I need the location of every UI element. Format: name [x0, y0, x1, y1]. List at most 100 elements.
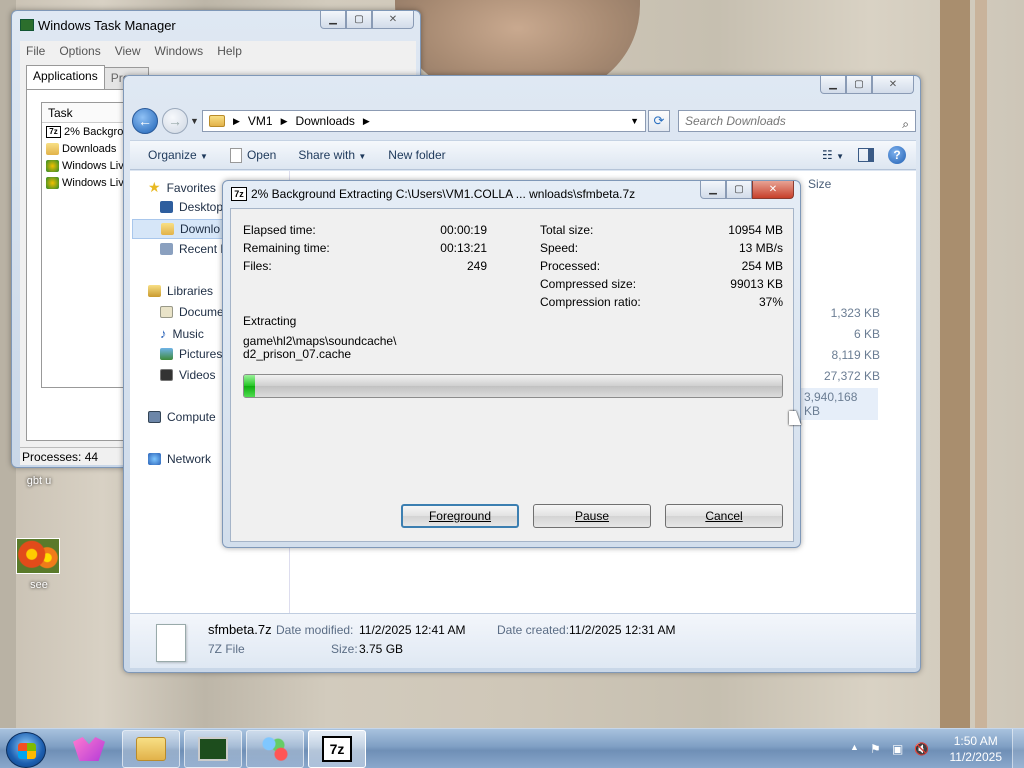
pause-button[interactable]: Pause [533, 504, 651, 528]
maximize-button[interactable]: ▢ [726, 181, 752, 199]
nav-label: Recent P [179, 242, 229, 256]
file-size-cell[interactable]: 27,372 KB [824, 369, 880, 383]
show-hidden-icons-icon[interactable]: ▲ [850, 742, 859, 752]
view-options-icon[interactable]: ☷ ▼ [822, 148, 844, 162]
minimize-button[interactable]: ▁ [320, 11, 346, 29]
computer-icon [148, 411, 161, 423]
forward-button[interactable]: → [162, 108, 188, 134]
task-list[interactable]: Task 7z 2% Backgro Downloads Windows Liv… [41, 102, 131, 388]
preview-pane-icon[interactable] [858, 148, 874, 162]
address-bar[interactable]: ▶ VM1 ▶ Downloads ▶ ▼ [202, 110, 646, 132]
foreground-button[interactable]: Foreground [401, 504, 519, 528]
foreground-label: Foreground [428, 509, 492, 523]
recent-pages-chevron-icon[interactable]: ▼ [190, 116, 199, 126]
column-header-size[interactable]: Size [808, 177, 831, 191]
taskbar-explorer[interactable] [122, 730, 180, 768]
close-button[interactable]: ✕ [372, 11, 414, 29]
menu-windows[interactable]: Windows [155, 44, 204, 58]
minimize-button[interactable]: ▁ [700, 181, 726, 199]
search-input[interactable]: Search Downloads ⌕ [678, 110, 916, 132]
file-size-cell-selected[interactable]: 3,940,168 KB [800, 388, 878, 420]
file-size-cell[interactable]: 8,119 KB [832, 348, 880, 362]
nav-pictures[interactable]: Pictures [160, 347, 222, 361]
taskbar-task-manager[interactable] [184, 730, 242, 768]
folder-icon [209, 115, 225, 127]
tab-applications[interactable]: Applications [26, 65, 105, 89]
show-desktop-button[interactable] [1012, 729, 1024, 768]
desktop-icon-gbt[interactable]: gbt u [18, 475, 60, 487]
maximize-button[interactable]: ▢ [346, 11, 372, 29]
task-row[interactable]: Windows Liv [42, 157, 130, 174]
task-name: 2% Backgro [64, 125, 124, 138]
wall-stripe [940, 0, 970, 728]
task-name: Downloads [62, 142, 117, 155]
file-size-cell[interactable]: 6 KB [854, 327, 880, 341]
close-button[interactable]: ✕ [752, 181, 794, 199]
menu-options[interactable]: Options [59, 44, 100, 58]
search-placeholder: Search Downloads [685, 114, 786, 128]
help-icon[interactable]: ? [888, 146, 906, 164]
volume-muted-icon[interactable]: 🔇 [914, 742, 929, 756]
nav-videos[interactable]: Videos [160, 368, 215, 382]
details-created-value: 11/2/2025 12:31 AM [569, 623, 676, 637]
back-button[interactable]: ← [132, 108, 158, 134]
processed-value: 254 MB [741, 259, 783, 273]
task-row[interactable]: Downloads [42, 140, 130, 157]
breadcrumb-vm1[interactable]: VM1 [248, 114, 273, 128]
network-icon [148, 453, 161, 465]
windows-logo-icon [18, 743, 36, 759]
windows-live-icon [46, 176, 59, 189]
new-folder-button[interactable]: New folder [388, 148, 445, 162]
nav-music[interactable]: ♪ Music [160, 326, 204, 341]
address-dropdown-icon[interactable]: ▼ [630, 116, 639, 126]
total-size-value: 10954 MB [728, 223, 783, 237]
search-icon[interactable]: ⌕ [902, 114, 909, 134]
clock[interactable]: 1:50 AM 11/2/2025 [950, 733, 1003, 765]
chevron-right-icon[interactable]: ▶ [281, 116, 288, 127]
refresh-button[interactable]: ⟳ [648, 110, 670, 132]
maximize-button[interactable]: ▢ [846, 76, 872, 94]
column-header-task[interactable]: Task [42, 103, 130, 123]
close-button[interactable]: ✕ [872, 76, 914, 94]
cancel-button[interactable]: Cancel [665, 504, 783, 528]
taskbar-pinned-app[interactable] [60, 730, 118, 768]
breadcrumb-downloads[interactable]: Downloads [296, 114, 355, 128]
nav-network[interactable]: Network [148, 452, 211, 466]
share-with-label: Share with [298, 148, 356, 162]
nav-label: Downlo [180, 222, 221, 236]
nav-desktop[interactable]: Desktop [160, 200, 223, 214]
desktop-icon-see[interactable]: see [18, 579, 60, 591]
total-size-label: Total size: [540, 223, 594, 237]
organize-button[interactable]: Organize ▼ [148, 148, 208, 162]
action-center-flag-icon[interactable]: ⚑ [870, 742, 881, 756]
minimize-button[interactable]: ▁ [820, 76, 846, 94]
nav-documents[interactable]: Docume [160, 305, 224, 319]
open-button[interactable]: Open [229, 147, 276, 163]
menu-view[interactable]: View [115, 44, 141, 58]
chevron-down-icon: ▼ [358, 152, 367, 161]
task-row[interactable]: 7z 2% Backgro [42, 123, 130, 140]
start-button[interactable] [6, 732, 46, 768]
taskbar-7zip[interactable]: 7z [308, 730, 366, 768]
nav-recent-places[interactable]: Recent P [160, 242, 228, 256]
nav-computer[interactable]: Compute [148, 410, 216, 424]
taskbar-network-app[interactable] [246, 730, 304, 768]
details-size-value: 3.75 GB [359, 642, 404, 656]
folder-icon [46, 142, 59, 155]
chevron-down-icon: ▼ [200, 152, 208, 161]
task-name: Windows Liv [62, 176, 124, 189]
nav-label: Compute [167, 410, 216, 424]
share-with-button[interactable]: Share with ▼ [298, 148, 366, 162]
file-size-cell[interactable]: 1,323 KB [831, 306, 880, 320]
network-tray-icon[interactable]: ▣ [892, 742, 903, 756]
remaining-time-value: 00:13:21 [440, 241, 487, 255]
chevron-right-icon[interactable]: ▶ [363, 116, 370, 127]
menu-file[interactable]: File [26, 44, 45, 58]
extract-progress-dialog[interactable]: 7z 2% Background Extracting C:\Users\VM1… [222, 180, 801, 548]
flower-image-icon[interactable] [16, 538, 60, 574]
menu-help[interactable]: Help [217, 44, 242, 58]
nav-libraries[interactable]: Libraries [148, 284, 213, 298]
task-row[interactable]: Windows Liv [42, 174, 130, 191]
nav-favorites[interactable]: ★ Favorites [148, 179, 216, 196]
compressed-size-label: Compressed size: [540, 277, 637, 291]
